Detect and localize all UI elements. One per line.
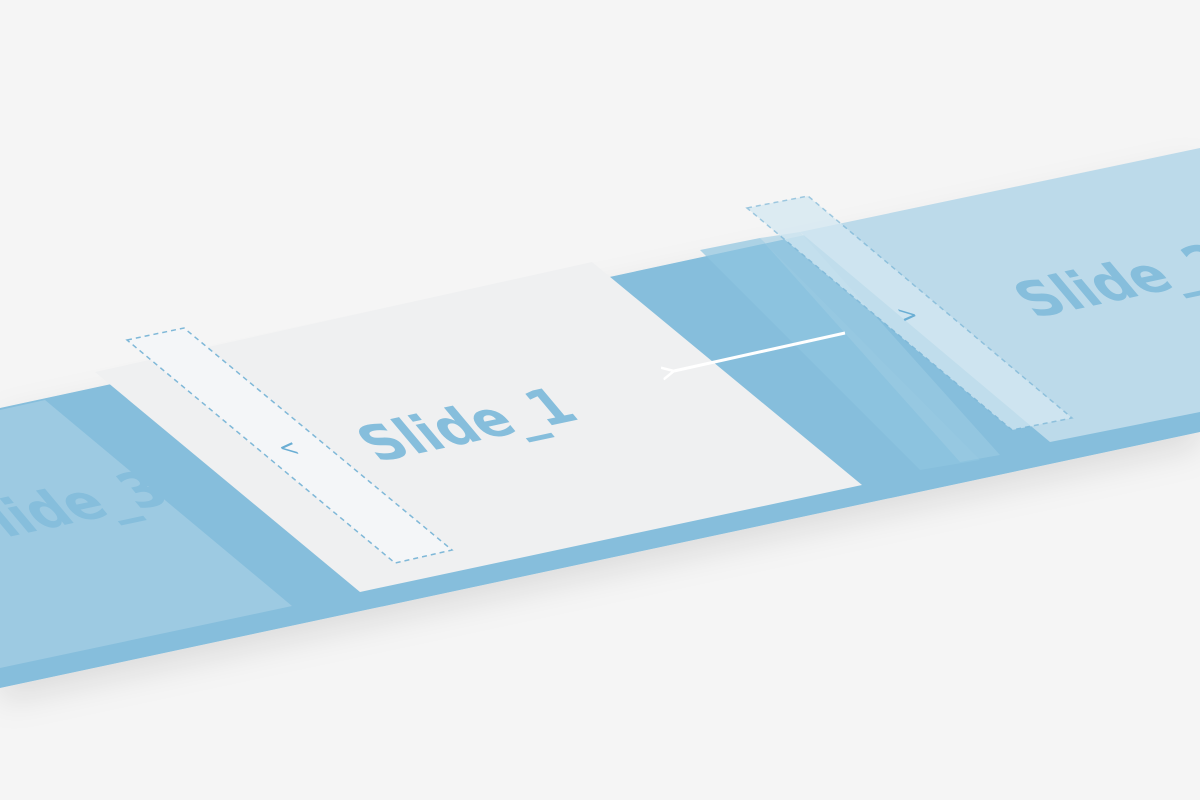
carousel-illustration: Slide_3 Slide_2 > Slide_1 < — [0, 148, 1200, 688]
